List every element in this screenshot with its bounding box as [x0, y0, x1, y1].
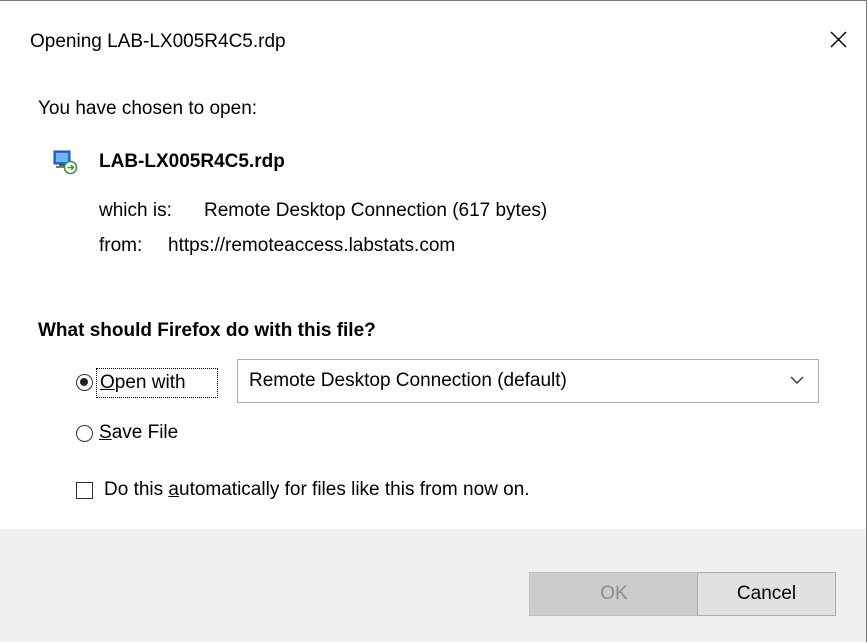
file-source-label: from:	[99, 235, 143, 256]
close-icon	[830, 31, 847, 48]
file-name: LAB-LX005R4C5.rdp	[99, 151, 285, 172]
save-file-label-text: ave File	[111, 422, 179, 443]
open-with-app-value: Remote Desktop Connection (default)	[249, 370, 567, 391]
auto-open-accel: a	[168, 479, 179, 500]
chevron-down-icon	[790, 376, 804, 384]
download-dialog: Opening LAB-LX005R4C5.rdp You have chose…	[0, 0, 867, 642]
open-with-accel: O	[100, 372, 115, 393]
save-file-label[interactable]: Save File	[99, 421, 178, 445]
auto-open-checkbox[interactable]	[76, 482, 93, 499]
intro-text: You have chosen to open:	[38, 98, 258, 119]
dialog-content: You have chosen to open: LAB-LX005R4C5.r…	[0, 79, 866, 529]
save-file-radio[interactable]	[76, 425, 93, 442]
open-with-app-select[interactable]: Remote Desktop Connection (default)	[237, 359, 819, 403]
file-type-label: which is:	[99, 200, 172, 221]
title-bar: Opening LAB-LX005R4C5.rdp	[0, 1, 866, 79]
remote-desktop-file-icon	[53, 150, 78, 175]
auto-open-suffix: utomatically for files like this from no…	[179, 479, 530, 500]
cancel-button[interactable]: Cancel	[697, 572, 836, 616]
file-source-url: https://remoteaccess.labstats.com	[168, 235, 456, 256]
auto-open-prefix: Do this	[104, 479, 169, 500]
open-with-label-text: pen with	[114, 372, 186, 393]
auto-open-label[interactable]: Do this automatically for files like thi…	[104, 478, 530, 502]
save-file-accel: S	[99, 422, 112, 443]
close-button[interactable]	[810, 11, 866, 67]
window-title: Opening LAB-LX005R4C5.rdp	[30, 31, 286, 52]
file-type-value: Remote Desktop Connection (617 bytes)	[204, 200, 548, 221]
ok-button[interactable]: OK	[529, 572, 699, 616]
open-with-label[interactable]: Open with	[96, 368, 218, 398]
open-with-radio[interactable]	[76, 374, 93, 391]
action-question: What should Firefox do with this file?	[38, 320, 376, 341]
button-bar: OK Cancel	[0, 529, 866, 642]
